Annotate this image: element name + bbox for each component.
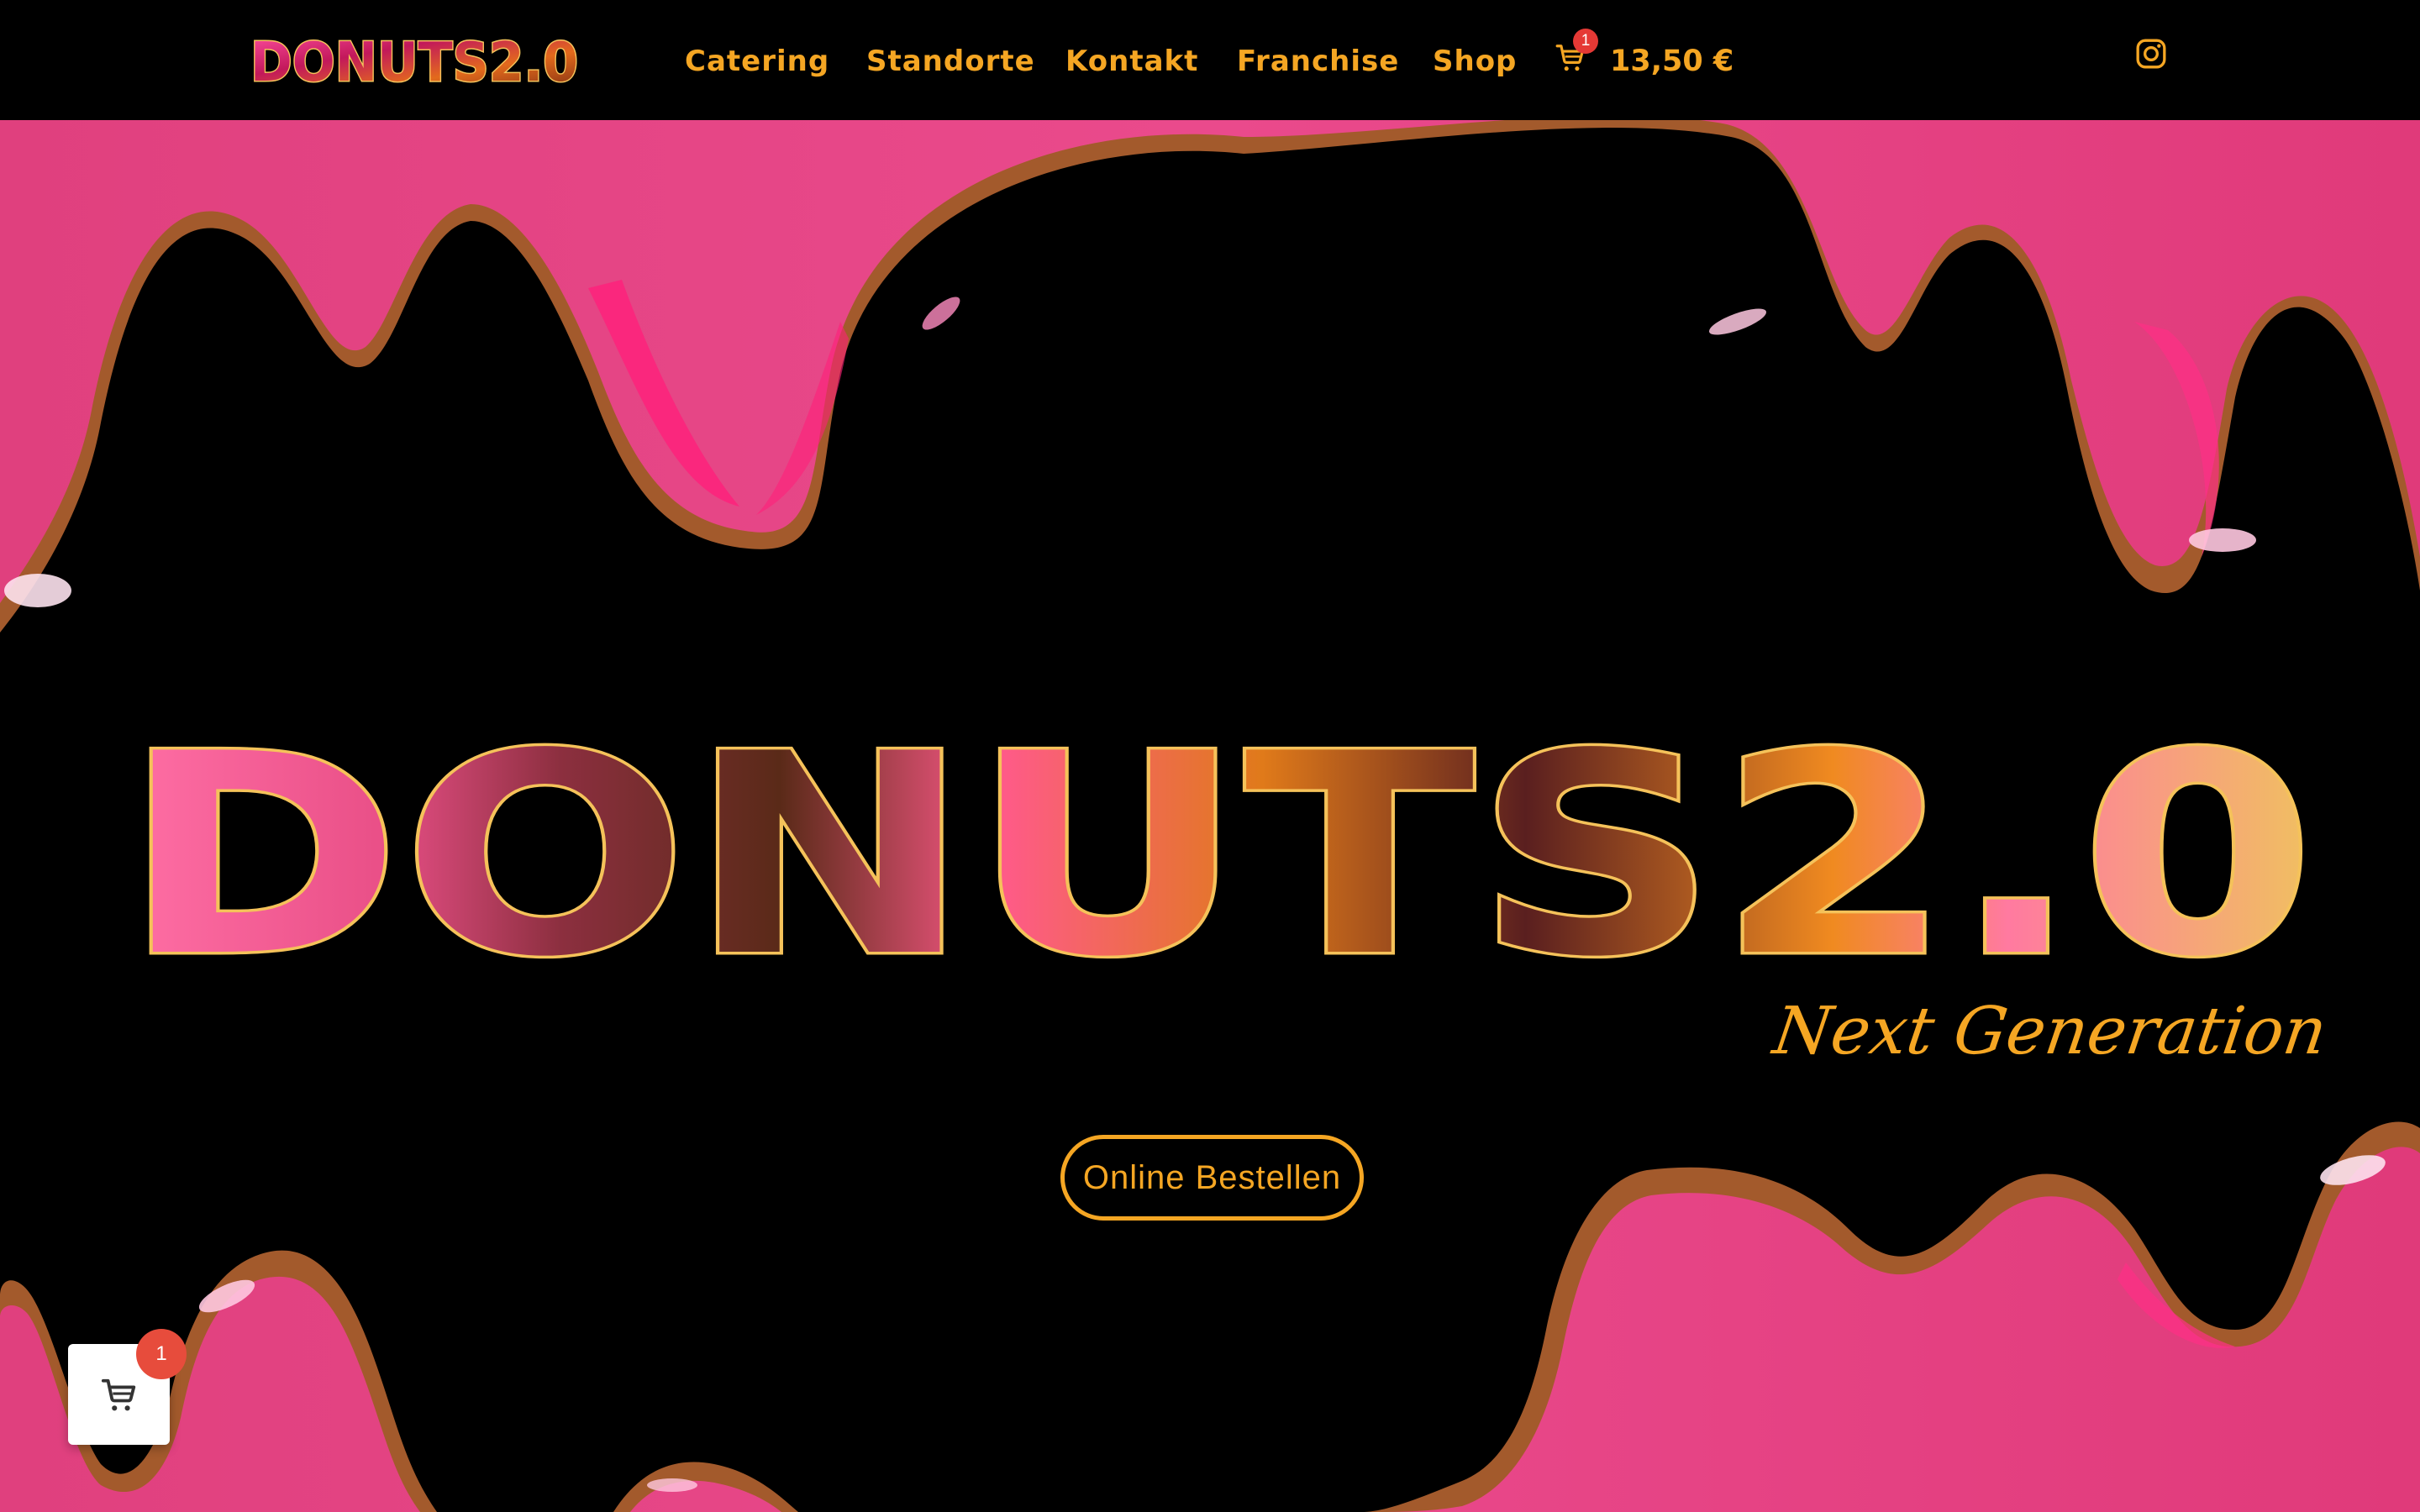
hero-title-text: DONUTS2.0 — [122, 695, 2315, 1017]
nav-item-franchise[interactable]: Franchise — [1237, 39, 1399, 84]
hero-section: DONUTS2.0 Next Generation Online Bestell… — [0, 120, 2420, 1512]
cart-icon — [101, 1378, 136, 1411]
logo-text: DONUTS2.0 — [250, 32, 578, 91]
floating-cart-count-badge: 1 — [136, 1329, 187, 1379]
hero-title-graphic: DONUTS2.0 — [119, 692, 2318, 1021]
nav-item-kontakt[interactable]: Kontakt — [1065, 39, 1198, 84]
hero-title: DONUTS2.0 — [118, 692, 2319, 1021]
nav-item-standorte[interactable]: Standorte — [866, 39, 1035, 84]
hero-tagline: Next Generation — [1769, 994, 2332, 1069]
nav-item-shop[interactable]: Shop — [1433, 39, 1517, 84]
instagram-icon[interactable] — [2134, 37, 2168, 71]
logo[interactable]: DONUTS2.0 — [249, 30, 581, 96]
logo-graphic: DONUTS2.0 — [250, 31, 580, 96]
nav-item-catering[interactable]: Catering — [685, 39, 829, 84]
cart-total: 13,50 € — [1610, 45, 1734, 78]
cart-count-badge: 1 — [1573, 29, 1598, 54]
header-cart[interactable]: 1 13,50 € — [1555, 29, 1733, 86]
online-order-button[interactable]: Online Bestellen — [1060, 1135, 1364, 1221]
site-header: DONUTS2.0 Catering Standorte Kontakt Fra… — [0, 0, 2420, 120]
